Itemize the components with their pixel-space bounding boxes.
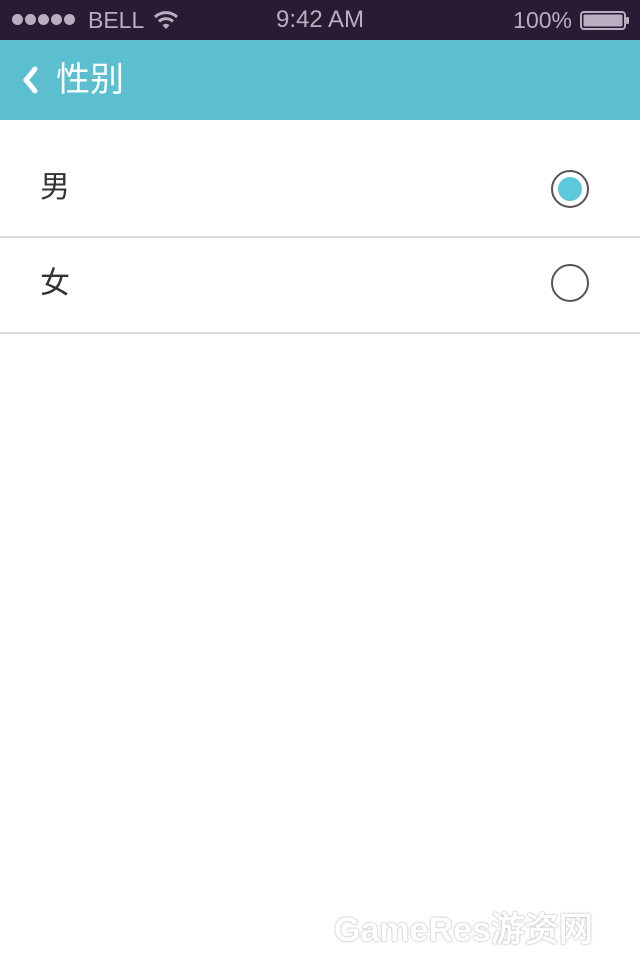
status-bar: BELL 9:42 AM 100% (0, 0, 640, 40)
watermark: GameRes游资网 (334, 911, 593, 949)
back-button[interactable] (10, 56, 50, 104)
gender-selection-screen: BELL 9:42 AM 100% 性别 男 女 GameRes游资网 (0, 0, 640, 960)
radio-selected-dot (558, 177, 582, 201)
option-female-radio[interactable] (551, 264, 589, 302)
page-title: 性别 (56, 60, 124, 100)
battery-percent: 100% (513, 7, 572, 33)
option-male-radio[interactable] (551, 170, 589, 208)
battery-icon (580, 11, 629, 30)
gender-option-list: 男 女 (0, 140, 640, 334)
option-female-label: 女 (40, 266, 70, 301)
option-female-row[interactable]: 女 (0, 238, 640, 334)
navigation-bar: 性别 (0, 40, 640, 120)
option-male-label: 男 (40, 170, 70, 205)
chevron-left-icon (23, 66, 38, 94)
option-male-row[interactable]: 男 (0, 140, 640, 238)
